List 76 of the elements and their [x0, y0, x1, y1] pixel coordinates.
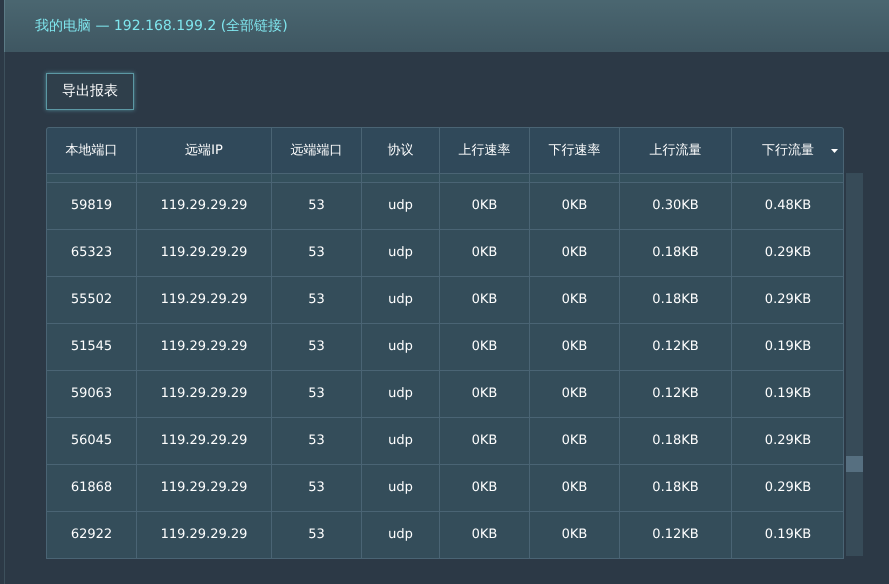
table-cell-text: 0.29KB: [764, 291, 812, 310]
table-cell: 0KB: [440, 371, 530, 417]
table-cell-text: 0.29KB: [764, 244, 812, 262]
export-button[interactable]: 导出报表: [46, 73, 134, 110]
column-header[interactable]: 远端IP: [137, 128, 272, 173]
table-cell: 0KB: [440, 277, 530, 323]
table-cell: 0KB: [530, 465, 620, 511]
table-cell: 0KB: [440, 512, 530, 558]
table-cell: 65323: [47, 230, 137, 276]
table-cell-text: 0.48KB: [764, 197, 812, 216]
table-cell: 0KB: [530, 230, 620, 276]
table-cell: 53: [272, 324, 362, 370]
table-cell: 51545: [47, 324, 137, 370]
table-cell: 119.29.29.29: [137, 465, 272, 511]
table-cell: 53: [272, 277, 362, 323]
table-cell: 0.18KB: [620, 465, 732, 511]
table-cell: 119.29.29.29: [137, 183, 272, 229]
table-cell: udp: [362, 371, 440, 417]
table-cell: udp: [362, 418, 440, 464]
column-header[interactable]: 下行速率: [530, 128, 620, 173]
table-cell-text: 0.29KB: [764, 432, 812, 450]
table-cell: 53: [272, 371, 362, 417]
table-cell-text: 0.19KB: [764, 338, 812, 356]
table-cell: 55502: [47, 277, 137, 323]
table-cell: 119.29.29.29: [137, 371, 272, 417]
column-header[interactable]: 协议: [362, 128, 440, 173]
table-cell: udp: [362, 465, 440, 511]
table-cell: 0KB: [530, 371, 620, 417]
window-title: 我的电脑 — 192.168.199.2 (全部链接): [35, 16, 288, 36]
column-header[interactable]: 上行速率: [440, 128, 530, 173]
table-cell: 0.12KB: [620, 512, 732, 558]
table-cell: 119.29.29.29: [137, 324, 272, 370]
table-cell: 119.29.29.29: [137, 512, 272, 558]
table-cell: 119.29.29.29: [137, 418, 272, 464]
column-header[interactable]: 本地端口: [47, 128, 137, 173]
table-cell: 119.29.29.29: [137, 230, 272, 276]
table-cell: 59819: [47, 183, 137, 229]
table-cell: 0KB: [440, 324, 530, 370]
table-cell: 0KB: [530, 512, 620, 558]
table-cell: udp: [362, 230, 440, 276]
scrollbar[interactable]: [846, 173, 863, 556]
table-cell: 0KB: [440, 418, 530, 464]
table-cell: 59063: [47, 371, 137, 417]
column-header[interactable]: 远端端口: [272, 128, 362, 173]
table-cell-text: 0.29KB: [764, 479, 812, 498]
table-cell: 56045: [47, 418, 137, 464]
table-cell: 53: [272, 465, 362, 511]
table-cell: 0KB: [530, 418, 620, 464]
table-cell: 0KB: [440, 183, 530, 229]
table-cell: 0.12KB: [620, 324, 732, 370]
column-header[interactable]: 下行流量: [732, 128, 844, 173]
table-cell: 62922: [47, 512, 137, 558]
table-cell: 0KB: [530, 277, 620, 323]
table-cell: 53: [272, 183, 362, 229]
column-header[interactable]: 上行流量: [620, 128, 732, 173]
table-cell: 0KB: [440, 465, 530, 511]
table-cell: 0.12KB: [620, 371, 732, 417]
table-cell: udp: [362, 512, 440, 558]
table-cell: 0KB: [440, 230, 530, 276]
table-cell: udp: [362, 183, 440, 229]
table-cell: udp: [362, 277, 440, 323]
table-cell: 0.30KB: [620, 183, 732, 229]
table-cell: 119.29.29.29: [137, 277, 272, 323]
table-cell: 53: [272, 418, 362, 464]
table-cell: 0KB: [530, 183, 620, 229]
scrollbar-thumb[interactable]: [846, 456, 863, 472]
table-cell: 0KB: [530, 324, 620, 370]
table-cell: 61868: [47, 465, 137, 511]
table-cell: 53: [272, 230, 362, 276]
table-cell: 53: [272, 512, 362, 558]
table-cell: 0.18KB: [620, 230, 732, 276]
table-cell: udp: [362, 324, 440, 370]
table-cell-text: 0.19KB: [764, 385, 812, 404]
table-cell: 0.18KB: [620, 418, 732, 464]
table-cell: 0.18KB: [620, 277, 732, 323]
table-cell-text: 0.19KB: [764, 526, 812, 544]
